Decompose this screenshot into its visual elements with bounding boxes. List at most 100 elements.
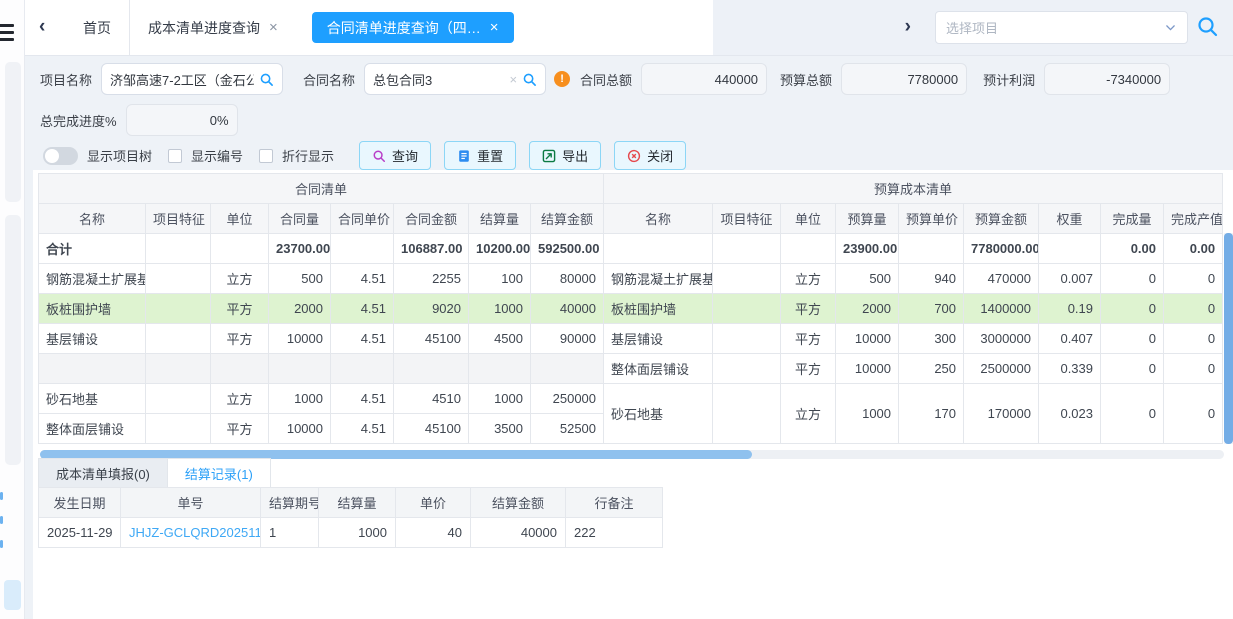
contract-name-value[interactable] [373,72,504,87]
grid-cell[interactable]: 0.007 [1039,264,1101,294]
grid-cell[interactable]: 板桩围护墙 [604,294,713,324]
grid-cell[interactable]: 10000 [836,324,899,354]
vertical-scrollbar-thumb[interactable] [1224,233,1233,444]
grid-cell[interactable] [713,384,781,444]
grid-cell[interactable]: 592500.00 [531,234,604,264]
grid-cell[interactable] [211,234,269,264]
grid-cell[interactable]: 立方 [781,384,836,444]
grid-cell[interactable]: 250000 [531,384,604,414]
grid-cell[interactable] [146,384,211,414]
grid-cell[interactable] [713,324,781,354]
grid-cell[interactable] [713,234,781,264]
grid-cell[interactable]: 23700.00 [269,234,331,264]
bottom-tab[interactable]: 成本清单填报(0) [38,458,168,487]
grid-cell[interactable]: 45100 [394,414,469,444]
grid-cell[interactable]: 40000 [531,294,604,324]
grid-cell[interactable]: 立方 [211,384,269,414]
vertical-scrollbar[interactable] [1224,233,1233,444]
grid-cell[interactable]: 0 [1101,294,1164,324]
grid-cell[interactable]: 470000 [964,264,1039,294]
grid-cell[interactable]: 合计 [39,234,146,264]
grid-cell[interactable]: 砂石地基 [604,384,713,444]
search-button[interactable]: 查询 [359,141,431,170]
grid-cell[interactable]: 10200.00 [469,234,531,264]
grid-cell[interactable]: 1400000 [964,294,1039,324]
grid-cell[interactable] [331,234,394,264]
grid-cell[interactable]: 4500 [469,324,531,354]
grid-cell[interactable]: 0 [1164,324,1223,354]
grid-cell[interactable] [899,234,964,264]
grid-cell[interactable]: 0 [1164,264,1223,294]
grid-cell[interactable]: 10000 [269,324,331,354]
grid-cell[interactable]: 10000 [269,414,331,444]
grid-cell[interactable]: 4.51 [331,414,394,444]
project-name-input[interactable] [101,63,283,95]
grid-cell[interactable]: 钢筋混凝土扩展基 [39,264,146,294]
grid-cell[interactable]: 7780000.00 [964,234,1039,264]
show-number-checkbox[interactable] [168,149,182,163]
grid-cell[interactable]: 0 [1101,384,1164,444]
grid-cell[interactable]: 100 [469,264,531,294]
grid-cell[interactable]: 2255 [394,264,469,294]
info-icon[interactable]: ! [554,71,570,87]
grid-cell[interactable] [1039,234,1101,264]
tab-close-icon[interactable]: × [490,20,499,35]
grid-cell[interactable]: 170000 [964,384,1039,444]
bottom-tab-active[interactable]: 结算记录(1) [168,458,271,487]
grid-cell[interactable]: 700 [899,294,964,324]
grid-cell[interactable] [713,264,781,294]
grid-cell[interactable]: 23900.00 [836,234,899,264]
grid-cell[interactable]: 0.00 [1164,234,1223,264]
grid-cell[interactable]: 0 [1164,354,1223,384]
grid-cell[interactable]: 平方 [781,324,836,354]
settle-doc-link[interactable]: JHJZ-GCLQRD20251129 [121,518,261,548]
tab-item[interactable]: 成本清单进度查询× [129,0,296,55]
grid-cell[interactable]: 2000 [836,294,899,324]
grid-cell[interactable]: 500 [269,264,331,294]
grid-cell[interactable]: 4.51 [331,324,394,354]
tab-active[interactable]: 合同清单进度查询（四…× [312,12,514,43]
grid-cell[interactable]: 4.51 [331,384,394,414]
grid-cell[interactable]: 0 [1101,264,1164,294]
grid-cell[interactable] [713,354,781,384]
grid-cell[interactable]: 500 [836,264,899,294]
grid-cell[interactable]: 0 [1164,384,1223,444]
grid-cell[interactable]: 170 [899,384,964,444]
grid-cell[interactable]: 52500 [531,414,604,444]
grid-cell[interactable] [146,294,211,324]
menu-icon[interactable] [0,20,14,45]
grid-cell[interactable]: 基层铺设 [604,324,713,354]
grid-cell[interactable]: 300 [899,324,964,354]
search-icon[interactable] [522,72,537,87]
grid-cell[interactable]: 整体面层铺设 [39,414,146,444]
grid-cell[interactable]: 106887.00 [394,234,469,264]
grid-cell[interactable] [146,234,211,264]
grid-cell[interactable]: 基层铺设 [39,324,146,354]
grid-cell[interactable] [604,234,713,264]
grid-cell[interactable]: 1000 [469,294,531,324]
export-button[interactable]: 导出 [529,141,601,170]
grid-cell[interactable]: 钢筋混凝土扩展基 [604,264,713,294]
reset-button[interactable]: 重置 [444,141,516,170]
grid-cell[interactable]: 立方 [781,264,836,294]
project-name-value[interactable] [110,72,254,87]
grid-cell[interactable]: 9020 [394,294,469,324]
grid-cell[interactable] [713,294,781,324]
grid-cell[interactable]: 平方 [211,324,269,354]
wrap-lines-checkbox[interactable] [259,149,273,163]
search-icon[interactable] [259,72,274,87]
grid-cell[interactable]: 1000 [469,384,531,414]
collapsed-sidebar[interactable] [0,0,25,619]
close-button[interactable]: 关闭 [614,141,686,170]
grid-cell[interactable]: 平方 [781,294,836,324]
clear-icon[interactable]: × [509,73,517,86]
grid-cell[interactable] [146,324,211,354]
grid-cell[interactable]: 940 [899,264,964,294]
grid-cell[interactable]: 板桩围护墙 [39,294,146,324]
grid-cell[interactable]: 平方 [211,414,269,444]
grid-cell[interactable]: 2000 [269,294,331,324]
grid-cell[interactable]: 4.51 [331,264,394,294]
grid-cell[interactable]: 3000000 [964,324,1039,354]
tabs-scroll-right-icon[interactable]: › [905,16,911,38]
grid-cell[interactable]: 1000 [269,384,331,414]
